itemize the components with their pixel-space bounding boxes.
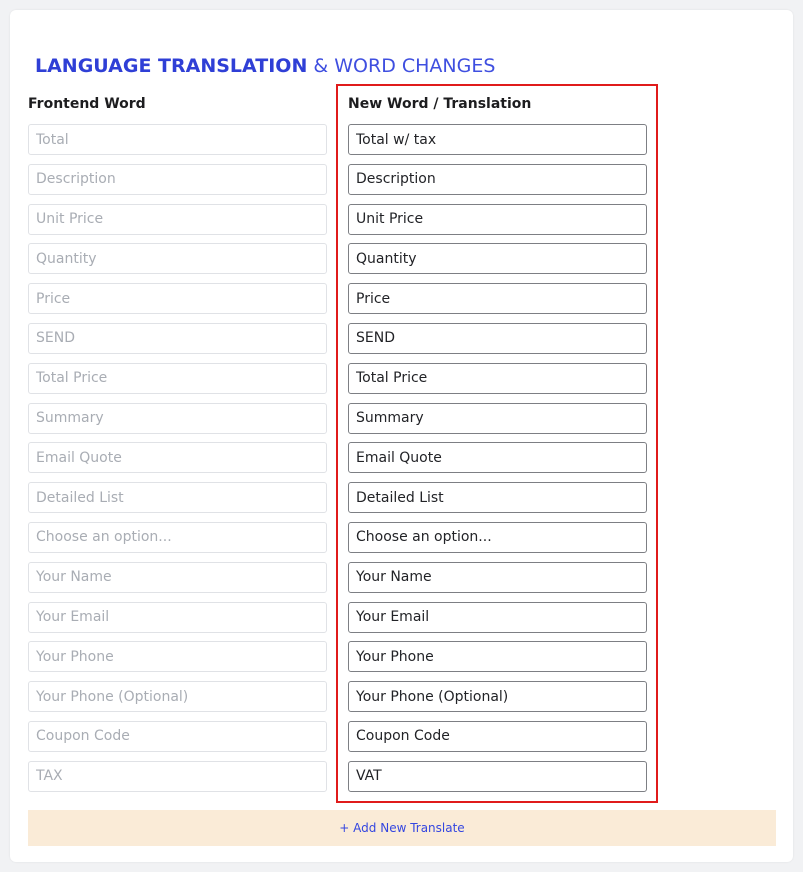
translation-field[interactable] bbox=[348, 362, 647, 394]
translation-field[interactable] bbox=[348, 322, 647, 354]
translation-field[interactable] bbox=[348, 720, 647, 752]
translation-field[interactable] bbox=[348, 442, 647, 474]
translation-field[interactable] bbox=[348, 681, 647, 713]
frontend-word-field[interactable] bbox=[28, 362, 327, 394]
frontend-word-field[interactable] bbox=[28, 203, 327, 235]
frontend-word-field[interactable] bbox=[28, 641, 327, 673]
frontend-word-field[interactable] bbox=[28, 760, 327, 792]
frontend-word-field[interactable] bbox=[28, 243, 327, 275]
frontend-word-field[interactable] bbox=[28, 681, 327, 713]
frontend-word-field[interactable] bbox=[28, 720, 327, 752]
translation-field[interactable] bbox=[348, 124, 647, 155]
translation-field[interactable] bbox=[348, 561, 647, 593]
frontend-word-list bbox=[28, 124, 327, 801]
frontend-word-field[interactable] bbox=[28, 163, 327, 195]
frontend-word-field[interactable] bbox=[28, 601, 327, 633]
frontend-word-field[interactable] bbox=[28, 561, 327, 593]
translation-field[interactable] bbox=[348, 402, 647, 434]
translation-field[interactable] bbox=[348, 203, 647, 235]
translation-field[interactable] bbox=[348, 641, 647, 673]
translation-field[interactable] bbox=[348, 601, 647, 633]
frontend-word-column-label: Frontend Word bbox=[28, 96, 146, 112]
frontend-word-field[interactable] bbox=[28, 521, 327, 553]
new-word-column-label: New Word / Translation bbox=[348, 96, 532, 112]
frontend-word-field[interactable] bbox=[28, 322, 327, 354]
translation-field[interactable] bbox=[348, 243, 647, 275]
page-title: LANGUAGE TRANSLATION & WORD CHANGES bbox=[35, 55, 495, 77]
page-title-rest: & WORD CHANGES bbox=[313, 55, 496, 77]
add-new-translate-button[interactable]: + Add New Translate bbox=[28, 810, 776, 846]
translation-field[interactable] bbox=[348, 482, 647, 514]
translation-list bbox=[348, 124, 647, 801]
translation-field[interactable] bbox=[348, 760, 647, 792]
frontend-word-field[interactable] bbox=[28, 283, 327, 315]
frontend-word-field[interactable] bbox=[28, 402, 327, 434]
translation-card: LANGUAGE TRANSLATION & WORD CHANGES Fron… bbox=[10, 10, 793, 862]
translation-field[interactable] bbox=[348, 283, 647, 315]
translation-field[interactable] bbox=[348, 163, 647, 195]
page-title-strong: LANGUAGE TRANSLATION bbox=[35, 55, 308, 77]
frontend-word-field[interactable] bbox=[28, 442, 327, 474]
translation-field[interactable] bbox=[348, 521, 647, 553]
frontend-word-field[interactable] bbox=[28, 124, 327, 155]
frontend-word-field[interactable] bbox=[28, 482, 327, 514]
